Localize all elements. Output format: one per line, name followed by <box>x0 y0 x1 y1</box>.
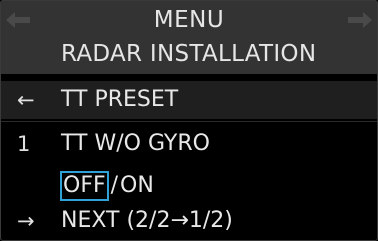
item-number: 1 <box>17 132 31 156</box>
menu-item-label: TT PRESET <box>61 87 179 112</box>
menu-item-next[interactable]: → NEXT (2/2→1/2) <box>1 202 377 240</box>
tt-wo-gyro-options: OFF/ON <box>60 171 154 201</box>
menu-item-tt-wo-gyro[interactable]: 1 TT W/O GYRO <box>1 125 377 163</box>
menu-item-label: NEXT (2/2→1/2) <box>61 208 233 233</box>
option-separator: / <box>110 173 119 198</box>
menu-item-label: TT W/O GYRO <box>61 131 210 156</box>
arrow-right-icon[interactable] <box>347 11 373 29</box>
option-on[interactable]: ON <box>120 173 154 198</box>
option-off[interactable]: OFF <box>60 171 109 201</box>
menu-header: MENU RADAR INSTALLATION <box>1 1 377 74</box>
menu-title: MENU <box>153 7 225 33</box>
menu-item-tt-preset-back[interactable]: ← TT PRESET <box>1 81 377 119</box>
divider <box>1 121 377 122</box>
next-arrow-icon: → <box>17 209 35 233</box>
menu-subtitle: RADAR INSTALLATION <box>61 41 317 67</box>
back-arrow-icon: ← <box>17 88 35 112</box>
